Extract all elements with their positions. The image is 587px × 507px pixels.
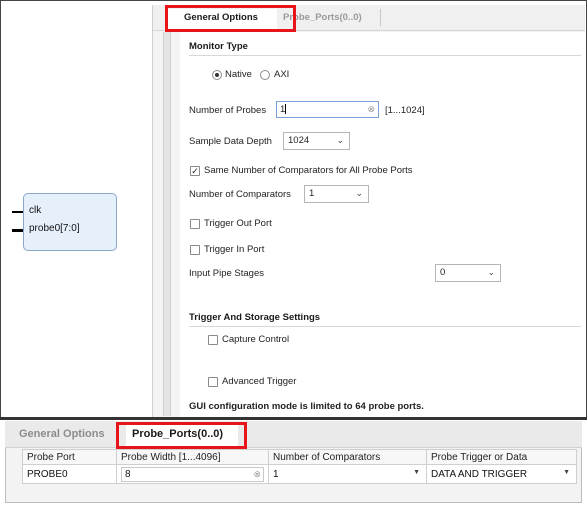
trigger-storage-rule	[189, 326, 581, 327]
bottom-tab-general-options[interactable]: General Options	[19, 428, 105, 440]
panel-divider	[0, 417, 587, 420]
dropdown-arrow-icon[interactable]: ▼	[563, 469, 570, 476]
trigger-in-checkbox[interactable]	[190, 245, 200, 255]
chevron-down-icon: ⌄	[355, 188, 363, 198]
same-comparators-checkbox[interactable]: ✓	[190, 166, 200, 176]
input-pipe-value: 0	[440, 267, 446, 278]
advanced-trigger-checkbox[interactable]	[208, 377, 218, 387]
native-radio[interactable]	[212, 70, 222, 80]
clear-icon[interactable]: ⊗	[253, 468, 261, 481]
axi-label: AXI	[274, 69, 290, 80]
probe0-pin-line	[12, 229, 23, 232]
capture-control-checkbox[interactable]	[208, 335, 218, 345]
clk-pin-line	[12, 211, 23, 213]
sample-depth-value: 1024	[288, 135, 310, 146]
trigger-out-checkbox[interactable]	[190, 219, 200, 229]
options-scrollbar[interactable]	[163, 32, 171, 416]
input-pipe-label: Input Pipe Stages	[189, 268, 264, 279]
monitor-type-rule	[189, 55, 581, 56]
num-comparators-cell-value: 1	[273, 468, 279, 480]
pin-label-probe0: probe0[7:0]	[29, 223, 80, 234]
trigger-out-label: Trigger Out Port	[204, 218, 272, 229]
gui-mode-note: GUI configuration mode is limited to 64 …	[189, 401, 424, 412]
num-probes-label: Number of Probes	[189, 105, 267, 116]
num-probes-range: [1...1024]	[385, 105, 425, 116]
chevron-down-icon: ⌄	[487, 267, 495, 277]
highlight-probe-ports-tab	[116, 422, 247, 449]
trigger-in-label: Trigger In Port	[204, 244, 265, 255]
input-pipe-select[interactable]: 0 ⌄	[435, 264, 501, 282]
ip-symbol-block	[23, 193, 117, 251]
probe-port-cell: PROBE0	[22, 464, 117, 484]
num-comparators-cell[interactable]: 1 ▼	[268, 464, 427, 484]
num-probes-input[interactable]: 1 ⊗	[276, 101, 379, 118]
tab-separator	[380, 9, 381, 26]
highlight-general-options-tab	[165, 5, 296, 32]
sample-depth-label: Sample Data Depth	[189, 136, 272, 147]
probe-ports-table: Probe Port Probe Width [1...4096] Number…	[22, 449, 577, 484]
sample-depth-select[interactable]: 1024 ⌄	[283, 132, 350, 150]
chevron-down-icon: ⌄	[336, 135, 344, 145]
monitor-type-title: Monitor Type	[189, 41, 248, 52]
trigger-storage-title: Trigger And Storage Settings	[189, 312, 321, 323]
column-header: Probe Port	[22, 449, 117, 465]
dropdown-arrow-icon[interactable]: ▼	[413, 469, 420, 476]
column-header: Probe Trigger or Data	[426, 449, 577, 465]
probe-width-cell[interactable]: 8 ⊗	[116, 464, 269, 484]
num-comparators-value: 1	[309, 188, 315, 199]
same-comparators-label: Same Number of Comparators for All Probe…	[204, 165, 413, 176]
axi-radio[interactable]	[260, 70, 270, 80]
column-header: Probe Width [1...4096]	[116, 449, 269, 465]
trigger-or-data-cell[interactable]: DATA AND TRIGGER ▼	[426, 464, 577, 484]
native-label: Native	[225, 69, 252, 80]
clear-icon[interactable]: ⊗	[367, 104, 375, 115]
table-row: PROBE0 8 ⊗ 1 ▼ DATA AND TRIGGER ▼	[22, 464, 577, 484]
trigger-or-data-value: DATA AND TRIGGER	[431, 468, 528, 480]
capture-control-label: Capture Control	[222, 334, 290, 345]
num-comparators-select[interactable]: 1 ⌄	[304, 185, 369, 203]
num-comparators-label: Number of Comparators	[189, 189, 291, 200]
pin-label-clk: clk	[29, 205, 42, 216]
column-header: Number of Comparators	[268, 449, 427, 465]
table-header-row: Probe Port Probe Width [1...4096] Number…	[22, 449, 577, 465]
probe-width-value: 8	[125, 468, 131, 480]
probe-width-input[interactable]: 8 ⊗	[121, 466, 264, 482]
advanced-trigger-label: Advanced Trigger	[222, 376, 297, 387]
